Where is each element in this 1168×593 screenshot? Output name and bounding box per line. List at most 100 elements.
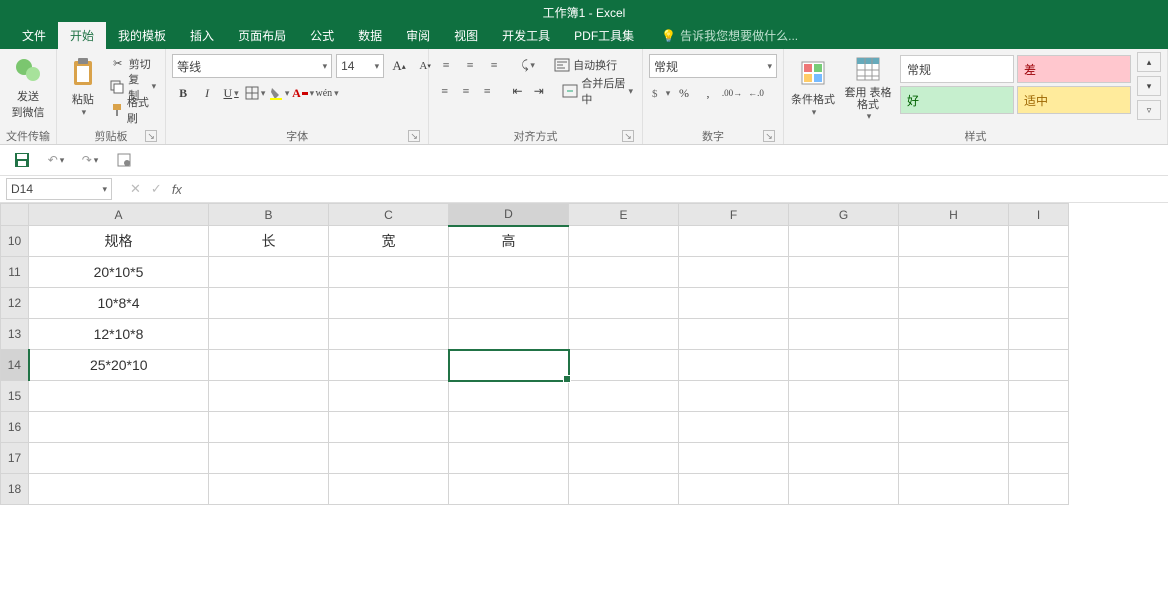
- cell[interactable]: [789, 443, 899, 474]
- col-header-E[interactable]: E: [569, 204, 679, 226]
- row-header-11[interactable]: 11: [1, 257, 29, 288]
- conditional-format-button[interactable]: 条件格式▾: [790, 52, 836, 122]
- col-header-A[interactable]: A: [29, 204, 209, 226]
- tab-PDF工具集[interactable]: PDF工具集: [562, 22, 646, 49]
- font-color-button[interactable]: A▾: [292, 82, 314, 104]
- col-header-I[interactable]: I: [1009, 204, 1069, 226]
- number-dialog-launcher[interactable]: ↘: [763, 130, 775, 142]
- row-header-10[interactable]: 10: [1, 226, 29, 257]
- fx-icon[interactable]: fx: [172, 182, 182, 197]
- cell[interactable]: [449, 288, 569, 319]
- cell[interactable]: [569, 288, 679, 319]
- cell[interactable]: [449, 474, 569, 505]
- cell[interactable]: [329, 319, 449, 350]
- row-header-16[interactable]: 16: [1, 412, 29, 443]
- cell[interactable]: 高: [449, 226, 569, 257]
- cell[interactable]: [679, 288, 789, 319]
- cell[interactable]: [329, 412, 449, 443]
- orientation-button[interactable]: ⤹▾: [517, 54, 539, 76]
- cell[interactable]: [329, 288, 449, 319]
- font-dialog-launcher[interactable]: ↘: [408, 130, 420, 142]
- phonetic-button[interactable]: wén▾: [316, 82, 338, 104]
- name-box[interactable]: D14▾: [6, 178, 112, 200]
- cell[interactable]: [449, 257, 569, 288]
- undo-button[interactable]: ↶ ▾: [46, 150, 66, 170]
- tab-文件[interactable]: 文件: [10, 22, 58, 49]
- style-normal[interactable]: 常规: [900, 55, 1014, 83]
- cell[interactable]: [789, 474, 899, 505]
- formula-input[interactable]: [182, 178, 1168, 200]
- style-good[interactable]: 好: [900, 86, 1014, 114]
- clipboard-dialog-launcher[interactable]: ↘: [145, 130, 157, 142]
- cell[interactable]: [329, 381, 449, 412]
- cell[interactable]: [329, 443, 449, 474]
- cell[interactable]: [899, 226, 1009, 257]
- cell[interactable]: [679, 257, 789, 288]
- comma-button[interactable]: ,: [697, 82, 719, 104]
- cell[interactable]: [1009, 381, 1069, 412]
- cell[interactable]: [1009, 443, 1069, 474]
- bold-button[interactable]: B: [172, 82, 194, 104]
- touch-mode-button[interactable]: [114, 150, 134, 170]
- enter-formula-icon[interactable]: ✓: [151, 181, 162, 197]
- tab-我的模板[interactable]: 我的模板: [106, 22, 178, 49]
- cell[interactable]: [679, 226, 789, 257]
- row-header-15[interactable]: 15: [1, 381, 29, 412]
- align-right-button[interactable]: ≡: [478, 80, 497, 102]
- tell-me-search[interactable]: 💡告诉我您想要做什么...: [661, 22, 798, 49]
- row-header-17[interactable]: 17: [1, 443, 29, 474]
- merge-center-button[interactable]: 合并后居中▾: [559, 80, 636, 102]
- cell[interactable]: [29, 381, 209, 412]
- cell[interactable]: [789, 381, 899, 412]
- cell[interactable]: [899, 350, 1009, 381]
- format-painter-button[interactable]: 格式刷: [107, 99, 159, 121]
- cell[interactable]: [679, 319, 789, 350]
- cell[interactable]: [449, 350, 569, 381]
- italic-button[interactable]: I: [196, 82, 218, 104]
- cell[interactable]: 20*10*5: [29, 257, 209, 288]
- cell[interactable]: [899, 474, 1009, 505]
- cell[interactable]: [209, 474, 329, 505]
- cancel-formula-icon[interactable]: ✕: [130, 181, 141, 197]
- increase-font-button[interactable]: A▴: [388, 55, 410, 77]
- cell[interactable]: [1009, 412, 1069, 443]
- tab-页面布局[interactable]: 页面布局: [226, 22, 298, 49]
- percent-button[interactable]: %: [673, 82, 695, 104]
- wrap-text-button[interactable]: 自动换行: [551, 54, 620, 76]
- redo-button[interactable]: ↷ ▾: [80, 150, 100, 170]
- cell[interactable]: [449, 319, 569, 350]
- cell[interactable]: [569, 226, 679, 257]
- style-bad[interactable]: 差: [1017, 55, 1131, 83]
- align-center-button[interactable]: ≡: [456, 80, 475, 102]
- cell[interactable]: [29, 443, 209, 474]
- cell[interactable]: [449, 412, 569, 443]
- cell[interactable]: [679, 443, 789, 474]
- cell[interactable]: [209, 288, 329, 319]
- fill-color-button[interactable]: ▾: [268, 82, 290, 104]
- cell[interactable]: [789, 257, 899, 288]
- accounting-button[interactable]: $▾: [649, 82, 671, 104]
- style-neutral[interactable]: 适中: [1017, 86, 1131, 114]
- font-size-select[interactable]: 14▾: [336, 54, 384, 78]
- align-middle-button[interactable]: ≡: [459, 54, 481, 76]
- cell[interactable]: [679, 381, 789, 412]
- col-header-D[interactable]: D: [449, 204, 569, 226]
- cell[interactable]: [1009, 288, 1069, 319]
- align-left-button[interactable]: ≡: [435, 80, 454, 102]
- decrease-decimal-button[interactable]: ←.0: [745, 82, 767, 104]
- cell[interactable]: [1009, 226, 1069, 257]
- worksheet-grid[interactable]: ABCDEFGHI10规格长宽高1120*10*51210*8*41312*10…: [0, 203, 1168, 593]
- send-to-wechat-button[interactable]: 发送 到微信: [6, 52, 50, 122]
- cell[interactable]: [449, 381, 569, 412]
- align-bottom-button[interactable]: ≡: [483, 54, 505, 76]
- col-header-corner[interactable]: [1, 204, 29, 226]
- tab-开始[interactable]: 开始: [58, 22, 106, 49]
- underline-button[interactable]: U▾: [220, 82, 242, 104]
- cell[interactable]: [679, 350, 789, 381]
- cell[interactable]: [569, 319, 679, 350]
- cell[interactable]: [899, 412, 1009, 443]
- cell[interactable]: [569, 381, 679, 412]
- row-header-18[interactable]: 18: [1, 474, 29, 505]
- cell[interactable]: [679, 412, 789, 443]
- cell[interactable]: [329, 257, 449, 288]
